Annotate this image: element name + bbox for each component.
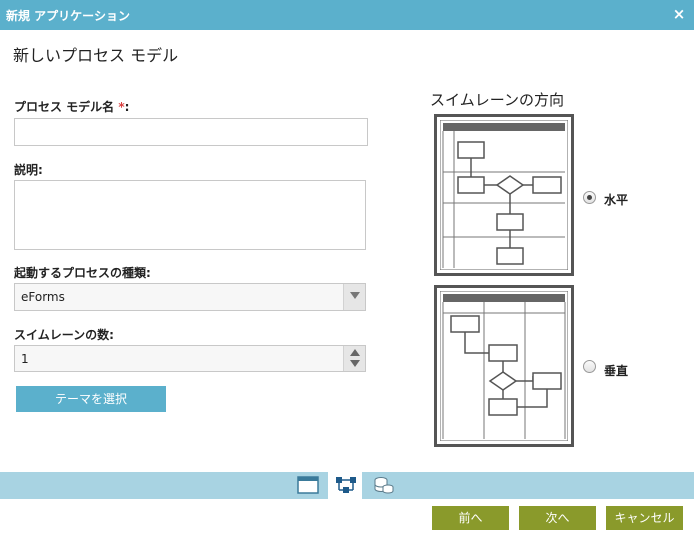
description-textarea[interactable]	[14, 180, 366, 250]
stepper-up-icon[interactable]	[350, 349, 360, 356]
tab-window[interactable]	[290, 472, 324, 499]
process-type-select[interactable]: eForms	[14, 283, 366, 311]
swimlane-count-value: 1	[21, 352, 29, 366]
process-type-value: eForms	[21, 290, 65, 304]
horizontal-radio[interactable]	[583, 191, 596, 204]
swimlane-count-stepper[interactable]: 1	[14, 345, 366, 372]
swimlane-count-label: スイムレーンの数:	[14, 328, 114, 342]
dialog-footer: 前へ 次へ キャンセル	[0, 499, 694, 538]
page-title: 新しいプロセス モデル	[13, 46, 179, 65]
stepper-buttons	[343, 346, 365, 371]
next-button[interactable]: 次へ	[519, 506, 596, 530]
vertical-swimlane-svg	[440, 291, 568, 441]
dialog-title: 新規 アプリケーション	[6, 9, 130, 23]
dialog-titlebar: 新規 アプリケーション ×	[0, 0, 694, 30]
cancel-button[interactable]: キャンセル	[606, 506, 683, 530]
horizontal-swimlane-svg	[440, 120, 568, 270]
database-icon	[374, 477, 394, 494]
label-colon: :	[124, 100, 130, 114]
prev-button[interactable]: 前へ	[432, 506, 509, 530]
horizontal-swimlane-diagram[interactable]	[434, 114, 574, 276]
process-model-name-input[interactable]	[14, 118, 368, 146]
vertical-swimlane-diagram[interactable]	[434, 285, 574, 447]
description-label: 説明:	[14, 163, 43, 177]
chevron-down-icon	[350, 292, 360, 299]
tab-process-flow[interactable]	[328, 472, 362, 499]
select-theme-button[interactable]: テーマを選択	[16, 386, 166, 412]
vertical-radio[interactable]	[583, 360, 596, 373]
process-type-label: 起動するプロセスの種類:	[14, 266, 151, 280]
process-model-name-label: プロセス モデル名 *:	[14, 98, 129, 115]
select-dropdown-button[interactable]	[343, 284, 365, 310]
vertical-label: 垂直	[604, 364, 629, 378]
close-icon[interactable]: ×	[670, 5, 688, 23]
horizontal-label: 水平	[604, 193, 629, 207]
swimlane-orientation-title: スイムレーンの方向	[430, 91, 564, 109]
window-icon	[297, 476, 319, 494]
process-flow-icon	[336, 477, 356, 493]
stepper-down-icon[interactable]	[350, 360, 360, 367]
tab-database[interactable]	[366, 472, 400, 499]
bottom-tab-bar	[0, 472, 694, 499]
process-model-name-label-text: プロセス モデル名	[14, 100, 115, 114]
